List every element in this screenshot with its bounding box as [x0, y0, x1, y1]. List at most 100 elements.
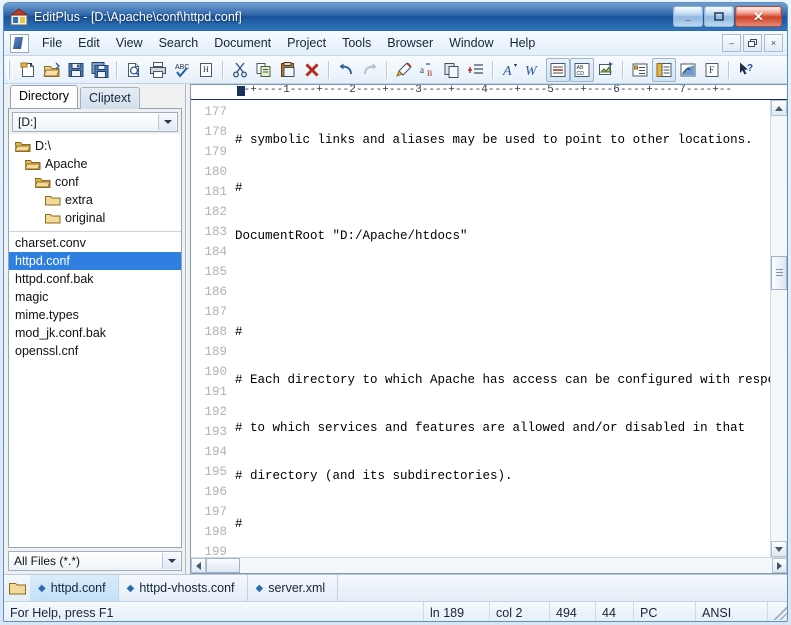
- file-filter-select[interactable]: All Files (*.*): [8, 551, 182, 571]
- delete-icon[interactable]: [300, 58, 324, 82]
- code-line: #: [235, 325, 243, 339]
- sidebar-tabs: Directory Cliptext: [4, 84, 185, 109]
- browser-icon[interactable]: [676, 58, 700, 82]
- scroll-right-button[interactable]: [772, 558, 787, 573]
- doc-tab-httpd-vhosts-conf[interactable]: ◆ httpd-vhosts.conf: [119, 575, 248, 601]
- code-line: DocumentRoot "D:/Apache/htdocs": [235, 229, 468, 243]
- format-italic-icon[interactable]: A: [498, 58, 522, 82]
- code-line: # symbolic links and aliases may be used…: [235, 133, 753, 147]
- maximize-button[interactable]: [704, 6, 734, 27]
- menu-file[interactable]: File: [34, 33, 70, 53]
- drive-select[interactable]: [D:]: [12, 112, 178, 132]
- tree-item-label: Apache: [45, 157, 88, 171]
- horizontal-scrollbar[interactable]: [191, 557, 787, 573]
- vertical-scrollbar[interactable]: [770, 100, 787, 557]
- print-preview-icon[interactable]: [122, 58, 146, 82]
- tree-item-conf[interactable]: conf: [9, 173, 181, 191]
- line-number: 192: [204, 405, 227, 419]
- menu-project[interactable]: Project: [279, 33, 334, 53]
- resize-grip-icon[interactable]: [774, 605, 787, 620]
- ab-cd-icon[interactable]: AB CD: [570, 57, 594, 82]
- toolbar-separator: [492, 60, 494, 79]
- menu-search[interactable]: Search: [151, 33, 207, 53]
- status-encoding[interactable]: ANSI: [696, 602, 768, 621]
- paste-icon[interactable]: [276, 58, 300, 82]
- spellcheck-icon[interactable]: ABC: [170, 58, 194, 82]
- tree-item-label: conf: [55, 175, 79, 189]
- status-offset: 494: [550, 602, 596, 621]
- file-item-selected[interactable]: httpd.conf: [9, 252, 181, 270]
- directory-window-icon[interactable]: [652, 57, 676, 82]
- toolbar-grip[interactable]: [7, 60, 13, 79]
- close-button[interactable]: ✕: [735, 6, 782, 27]
- menu-browser[interactable]: Browser: [379, 33, 441, 53]
- cut-icon[interactable]: [228, 58, 252, 82]
- highlight-icon[interactable]: [392, 58, 416, 82]
- status-help-text: For Help, press F1: [4, 602, 424, 621]
- print-icon[interactable]: [146, 58, 170, 82]
- status-eol-type[interactable]: PC: [634, 602, 696, 621]
- mdi-close-button[interactable]: ×: [764, 34, 783, 52]
- svg-text:W: W: [525, 64, 538, 79]
- mdi-restore-button[interactable]: [743, 34, 762, 52]
- replace-icon[interactable]: a B: [416, 58, 440, 82]
- tree-item-original[interactable]: original: [9, 209, 181, 227]
- drive-select-value: [D:]: [18, 115, 37, 129]
- save-icon[interactable]: [64, 58, 88, 82]
- header-footer-icon[interactable]: H: [194, 58, 218, 82]
- chevron-down-icon[interactable]: [162, 553, 180, 569]
- file-item[interactable]: charset.conv: [9, 234, 181, 252]
- scroll-down-button[interactable]: [771, 541, 787, 557]
- doc-tab-httpd-conf[interactable]: ◆ httpd.conf: [30, 575, 119, 601]
- tab-directory[interactable]: Directory: [10, 85, 79, 108]
- file-item[interactable]: mod_jk.conf.bak: [9, 324, 181, 342]
- line-number-gutter: 177 178 179 180 181 182 183 184 185 186 …: [191, 100, 231, 557]
- menu-window[interactable]: Window: [441, 33, 501, 53]
- file-item[interactable]: magic: [9, 288, 181, 306]
- open-file-icon[interactable]: [40, 58, 64, 82]
- minimize-button[interactable]: _: [673, 6, 703, 27]
- new-file-icon[interactable]: [16, 58, 40, 82]
- editor-text-area[interactable]: 177 178 179 180 181 182 183 184 185 186 …: [191, 100, 787, 557]
- menu-edit[interactable]: Edit: [70, 33, 108, 53]
- editplus-window: EditPlus - [D:\Apache\conf\httpd.conf] _…: [0, 0, 791, 625]
- redo-icon[interactable]: [358, 58, 382, 82]
- file-item[interactable]: mime.types: [9, 306, 181, 324]
- tab-cliptext[interactable]: Cliptext: [80, 87, 140, 109]
- scroll-left-button[interactable]: [191, 558, 206, 573]
- tree-item-root[interactable]: D:\: [9, 137, 181, 155]
- chevron-down-icon[interactable]: [158, 114, 176, 130]
- mdi-minimize-button[interactable]: –: [722, 34, 741, 52]
- hscroll-thumb[interactable]: [206, 558, 240, 573]
- word-wrap-icon[interactable]: W: [522, 58, 546, 82]
- copy-icon[interactable]: [252, 58, 276, 82]
- help-pointer-icon[interactable]: ?: [734, 58, 758, 82]
- menu-document[interactable]: Document: [206, 33, 279, 53]
- doc-tab-server-xml[interactable]: ◆ server.xml: [248, 575, 339, 601]
- maximize-glyph: [705, 7, 733, 26]
- file-item[interactable]: httpd.conf.bak: [9, 270, 181, 288]
- preview-icon[interactable]: [594, 58, 618, 82]
- menu-help[interactable]: Help: [502, 33, 544, 53]
- menu-tools[interactable]: Tools: [334, 33, 379, 53]
- document-list-icon[interactable]: [628, 58, 652, 82]
- scroll-up-button[interactable]: [771, 100, 787, 116]
- vscroll-track[interactable]: [771, 116, 787, 541]
- tree-item-extra[interactable]: extra: [9, 191, 181, 209]
- hscroll-track[interactable]: [206, 558, 772, 573]
- menu-view[interactable]: View: [108, 33, 151, 53]
- undo-icon[interactable]: [334, 58, 358, 82]
- save-all-icon[interactable]: [88, 58, 112, 82]
- status-column-number: col 2: [490, 602, 550, 621]
- file-item[interactable]: openssl.cnf: [9, 342, 181, 360]
- function-icon[interactable]: F: [700, 58, 724, 82]
- tree-item-apache[interactable]: Apache: [9, 155, 181, 173]
- code-content[interactable]: # symbolic links and aliases may be used…: [231, 100, 770, 557]
- line-number: 198: [204, 525, 227, 539]
- line-number: 181: [204, 185, 227, 199]
- align-icon[interactable]: [546, 57, 570, 82]
- folder-icon[interactable]: [4, 575, 30, 601]
- duplicate-icon[interactable]: [440, 58, 464, 82]
- indent-list-icon[interactable]: [464, 58, 488, 82]
- vscroll-thumb[interactable]: [771, 256, 787, 290]
